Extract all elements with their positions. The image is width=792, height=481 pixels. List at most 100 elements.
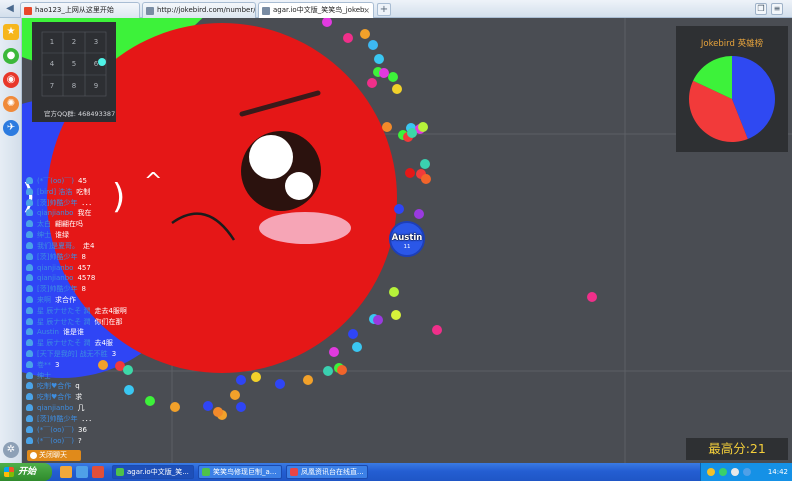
start-label: 开始 (18, 467, 37, 477)
tray-im-icon[interactable] (743, 468, 751, 476)
clock: 14:42 (767, 468, 788, 476)
chat-message: (*￣(oo)￣) 36 (26, 425, 201, 436)
food-pellet (322, 18, 332, 27)
chat-message: 星 辰ナせたそ 潤去4服 (26, 338, 201, 349)
browser-sidebar: ★ ● ◉ ✺ ✈ ✲ (0, 18, 22, 463)
food-pellet (236, 375, 246, 385)
user-icon (26, 274, 33, 282)
chat-message: 卷** 3 (26, 360, 201, 371)
tab-agar-active[interactable]: agar.io中文版_笑笑鸟_jokeb: × (258, 2, 374, 18)
new-tab-button[interactable]: + (377, 3, 391, 16)
target-icon[interactable]: ✺ (3, 96, 19, 112)
chat-text: 4578 (77, 274, 96, 283)
windows-logo-icon (4, 467, 14, 477)
user-icon (26, 382, 33, 390)
user-icon (26, 317, 33, 325)
food-pellet (391, 310, 401, 320)
player-name: Austin (391, 233, 423, 243)
food-pellet (343, 33, 353, 43)
tray-security-icon[interactable] (719, 468, 727, 476)
minimap-grid (41, 31, 107, 97)
leaderboard: Jokebird 英雄榜 (676, 26, 788, 152)
start-button[interactable]: 开始 (0, 463, 52, 481)
user-icon (26, 360, 33, 368)
user-icon (26, 436, 33, 444)
chat-panel: (*￣(oo)￣) 45 [bird] 浩浩 吃制 [茨]帅酷少年 ．．． qianjian… (26, 176, 201, 446)
chat-username: 太白 (37, 220, 51, 229)
food-pellet (360, 29, 370, 39)
chat-message: [茨]帅酷少年 8 (26, 284, 201, 295)
taskbar: 开始 agar.io中文版_笑... 笑笑鸟修现巨制_a... 凤凰资讯台在线直… (0, 463, 792, 481)
tab-label: http://jokebird.com/number/ (157, 6, 256, 14)
food-pellet (432, 325, 442, 335)
food-pellet (374, 54, 384, 64)
chat-text: 谁是谁 (63, 328, 84, 337)
user-icon (26, 306, 33, 314)
star-icon[interactable]: ★ (3, 24, 19, 40)
quicklaunch-desktop-icon[interactable] (76, 466, 88, 478)
quicklaunch-media-icon[interactable] (92, 466, 104, 478)
weibo-icon[interactable]: ◉ (3, 72, 19, 88)
chat-text: 457 (77, 263, 91, 272)
food-pellet (421, 174, 431, 184)
chat-message: [天下是我的] 战无不胜 3 (26, 349, 201, 360)
food-pellet (373, 315, 383, 325)
browser-tab-bar: ◀ hao123_上网从这里开始 http://jokebird.com/num… (0, 0, 792, 18)
restore-icon[interactable]: ❐ (755, 3, 767, 15)
close-chat-button[interactable]: 关闭聊天 (27, 450, 81, 461)
chat-message: qianjianbo 4578 (26, 273, 201, 284)
task-phoenix[interactable]: 凤凰资讯台在线直... (286, 465, 368, 479)
chat-text: 36 (78, 425, 87, 434)
user-icon (26, 285, 33, 293)
chat-text: 几 (77, 404, 85, 413)
tray-volume-icon[interactable] (731, 468, 739, 476)
gear-icon[interactable]: ✲ (3, 442, 19, 458)
task-label: 凤凰资讯台在线直... (301, 468, 364, 476)
task-label: 笑笑鸟修现巨制_a... (213, 468, 277, 476)
user-icon (26, 404, 33, 412)
chat-username: 星 辰ナせたそ 潤 (37, 306, 91, 315)
menu-icon[interactable]: ≡ (771, 3, 783, 15)
chat-message: 太白 翩翩在吗 (26, 219, 201, 230)
close-tab-icon[interactable]: × (363, 3, 370, 18)
food-pellet (213, 407, 223, 417)
chat-text: ．．． (81, 198, 96, 207)
chat-text: 走去4服啊 (94, 306, 127, 315)
food-pellet (379, 68, 389, 78)
chat-message: [茨]帅酷少年 ．．． (26, 198, 201, 209)
food-pellet (236, 402, 246, 412)
food-pellet (405, 168, 415, 178)
task-agar[interactable]: agar.io中文版_笑... (112, 465, 194, 479)
chat-message: 来啊 求合作 (26, 295, 201, 306)
chat-message: 星 辰ナせたそ 潤走去4服啊 (26, 306, 201, 317)
task-label: agar.io中文版_笑... (127, 468, 189, 476)
compass-icon[interactable]: ✈ (3, 120, 19, 136)
chat-username: [bird] 浩浩 (37, 187, 73, 196)
user-icon (26, 263, 33, 271)
back-icon[interactable]: ◀ (3, 2, 17, 16)
chat-username: [茨]帅酷少年 (37, 252, 78, 261)
page-icon (262, 7, 270, 15)
tab-hao123[interactable]: hao123_上网从这里开始 (20, 2, 140, 18)
food-pellet (389, 287, 399, 297)
user-icon (26, 414, 33, 422)
task-jokebird[interactable]: 笑笑鸟修现巨制_a... (198, 465, 282, 479)
minimap: 1 2 3 4 5 6 7 8 9 官方QQ群: 468493387 (32, 22, 116, 122)
food-pellet (251, 372, 261, 382)
chat-username: 绅士 (37, 371, 51, 380)
food-pellet (420, 159, 430, 169)
chat-username: (*￣(oo)￣) (37, 177, 74, 185)
chat-username: [天下是我的] 战无不胜 (37, 350, 108, 358)
chat-text: 求 (75, 393, 83, 402)
quicklaunch-browser-icon[interactable] (60, 466, 72, 478)
player-mass: 11 (403, 244, 411, 250)
chat-username: 星 辰ナせたそ 潤 (37, 339, 91, 348)
game-canvas[interactable]: ) ) ^ 1 2 3 4 5 6 7 8 9 官方QQ群: 468493387… (22, 18, 792, 463)
chat-username: 我们是夏哥。 (37, 241, 79, 250)
chat-bubble-icon[interactable]: ● (3, 48, 19, 64)
hao123-icon (24, 7, 32, 15)
user-icon (26, 339, 33, 347)
tab-jokebird-number[interactable]: http://jokebird.com/number/ (142, 2, 256, 18)
tray-network-icon[interactable] (707, 468, 715, 476)
chat-username: 绅士 (37, 231, 51, 240)
